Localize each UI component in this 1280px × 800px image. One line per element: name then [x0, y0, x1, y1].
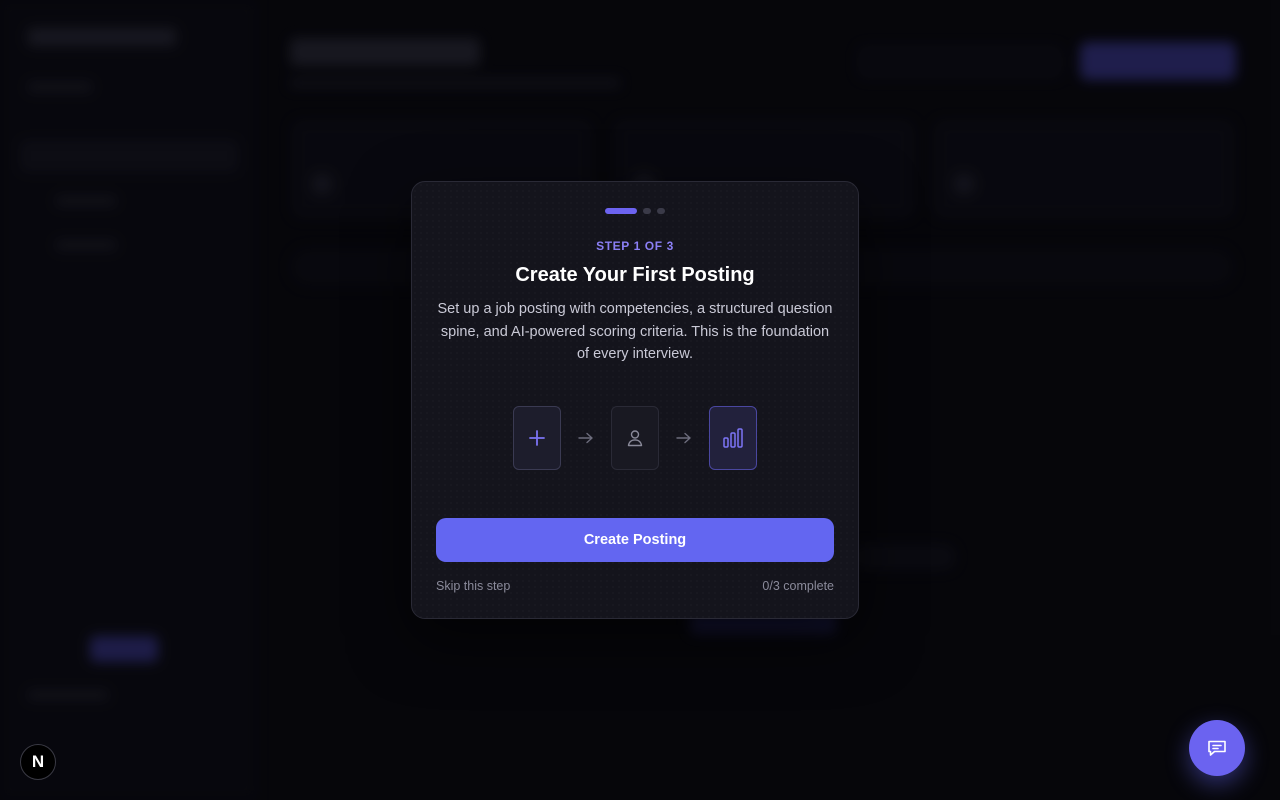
create-posting-button[interactable]: Create Posting	[436, 518, 834, 562]
skip-step-link[interactable]: Skip this step	[436, 579, 510, 593]
step-label: STEP 1 OF 3	[596, 239, 674, 253]
arrow-right-icon	[571, 432, 601, 444]
step-progress	[412, 208, 858, 214]
progress-dot-active	[605, 208, 637, 214]
flow-illustration	[412, 406, 858, 470]
bar-chart-icon	[723, 428, 743, 448]
plus-icon	[529, 430, 545, 446]
completion-status: 0/3 complete	[762, 579, 834, 593]
dev-tools-badge[interactable]: N	[20, 744, 56, 780]
progress-dot	[643, 208, 651, 214]
flow-step-interview	[611, 406, 659, 470]
user-icon	[627, 430, 643, 447]
arrow-right-icon	[669, 432, 699, 444]
progress-dot	[657, 208, 665, 214]
modal-description: Set up a job posting with competencies, …	[437, 301, 833, 362]
flow-step-create	[513, 406, 561, 470]
onboarding-modal: STEP 1 OF 3 Create Your First Posting Se…	[411, 181, 859, 619]
chat-icon	[1208, 740, 1226, 756]
modal-title: Create Your First Posting	[515, 264, 755, 286]
flow-step-score	[709, 406, 757, 470]
chat-button[interactable]	[1189, 720, 1245, 776]
